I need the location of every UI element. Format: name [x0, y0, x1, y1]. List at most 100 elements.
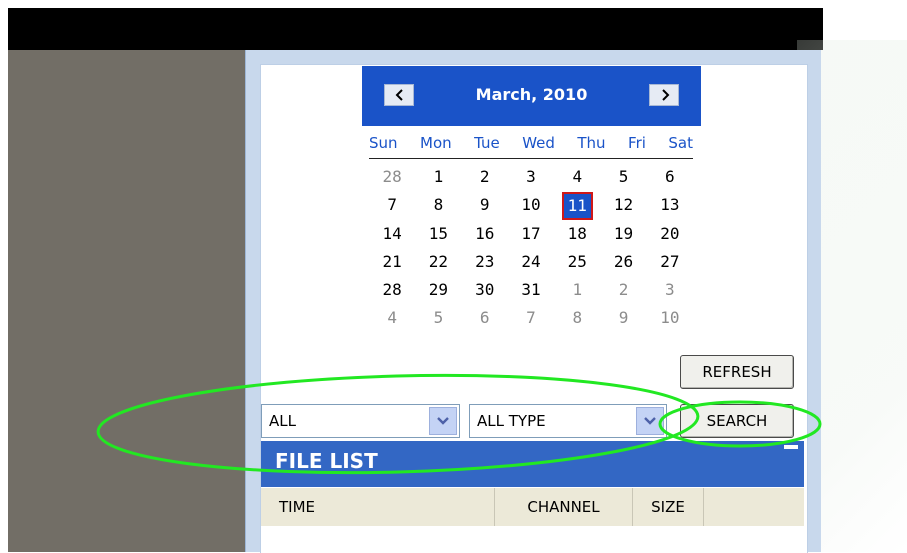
- channel-select[interactable]: ALL: [261, 404, 460, 438]
- calendar-day-number: 8: [572, 308, 583, 328]
- calendar-day[interactable]: 28: [369, 279, 415, 307]
- calendar-day-number: 3: [526, 167, 536, 186]
- chevron-down-icon: [644, 417, 656, 425]
- channel-dropdown-button[interactable]: [429, 407, 457, 435]
- calendar-day[interactable]: 25: [554, 251, 600, 279]
- weekday-label: Mon: [420, 134, 452, 152]
- weekday-label: Thu: [577, 134, 606, 152]
- chevron-down-icon: [437, 417, 449, 425]
- calendar-day-number: 9: [618, 308, 629, 328]
- file-list-body: [261, 526, 804, 552]
- calendar-day-number: 6: [665, 167, 675, 186]
- calendar-day[interactable]: 3: [508, 166, 554, 194]
- calendar-day[interactable]: 22: [415, 251, 461, 279]
- calendar-day-number: 17: [521, 223, 541, 243]
- calendar-day[interactable]: 2: [462, 166, 508, 194]
- calendar-day-number: 29: [428, 280, 449, 300]
- calendar-day[interactable]: 23: [462, 251, 508, 279]
- calendar-day-number: 2: [479, 167, 490, 186]
- calendar-day-number: 10: [660, 308, 680, 328]
- calendar-day[interactable]: 9: [600, 307, 646, 335]
- calendar-day[interactable]: 28: [369, 166, 415, 194]
- refresh-button[interactable]: REFRESH: [680, 355, 794, 389]
- calendar-day[interactable]: 15: [415, 223, 461, 251]
- calendar-day[interactable]: 6: [462, 307, 508, 335]
- calendar-day[interactable]: 18: [554, 223, 600, 251]
- calendar-day[interactable]: 9: [462, 194, 508, 222]
- column-time[interactable]: TIME: [261, 488, 495, 526]
- calendar-day[interactable]: 31: [508, 279, 554, 307]
- calendar-day-number: 16: [475, 223, 495, 243]
- calendar-day[interactable]: 19: [600, 223, 646, 251]
- calendar-week-row: 28 1 2 3 4 5 6: [369, 166, 693, 194]
- calendar-day-number: 5: [433, 308, 444, 328]
- calendar-day[interactable]: 26: [600, 251, 646, 279]
- calendar-day[interactable]: 7: [508, 307, 554, 335]
- column-channel[interactable]: CHANNEL: [495, 488, 633, 526]
- calendar-day[interactable]: 5: [415, 307, 461, 335]
- calendar-day-number: 19: [613, 223, 634, 243]
- calendar-day-number: 24: [521, 251, 541, 271]
- calendar-day[interactable]: 10: [647, 307, 693, 335]
- calendar-day[interactable]: 29: [415, 279, 461, 307]
- calendar-day-number: 13: [660, 195, 680, 215]
- calendar-day[interactable]: 10: [508, 194, 554, 222]
- calendar-week-row: 21 22 23 24 25 26 27: [369, 251, 693, 279]
- calendar-day[interactable]: 8: [554, 307, 600, 335]
- calendar-day-number: 1: [572, 280, 583, 300]
- calendar-day[interactable]: 3: [647, 279, 693, 307]
- calendar-day[interactable]: 17: [508, 223, 554, 251]
- calendar-week-row: 28 29 30 31 1 2 3: [369, 279, 693, 307]
- calendar-day[interactable]: 6: [647, 166, 693, 194]
- calendar-day[interactable]: 8: [415, 194, 461, 222]
- calendar-day-number: 27: [660, 251, 680, 271]
- minimize-icon[interactable]: [784, 445, 798, 449]
- calendar-day[interactable]: 21: [369, 251, 415, 279]
- calendar-day-grid: 28 1 2 3 4 5 6 7 8 9 10 11 12 13 14 15 16 17 18 19 20 21 22 23 2…: [369, 166, 693, 336]
- calendar-day-selected[interactable]: 11: [554, 192, 600, 222]
- weekday-header: Sun Mon Tue Wed Thu Fri Sat: [369, 134, 693, 159]
- calendar-day[interactable]: 4: [554, 166, 600, 194]
- calendar-day[interactable]: 12: [600, 194, 646, 222]
- calendar-day-number: 15: [428, 223, 449, 243]
- calendar-week-row: 4 5 6 7 8 9 10: [369, 307, 693, 335]
- calendar-day-number: 25: [567, 251, 587, 271]
- weekday-label: Tue: [474, 134, 500, 152]
- calendar-day-number: 10: [521, 195, 541, 215]
- calendar-day[interactable]: 4: [369, 307, 415, 335]
- calendar-day-number: 22: [428, 251, 449, 271]
- type-select-value: ALL TYPE: [477, 412, 546, 430]
- calendar-day-number: 6: [479, 308, 490, 328]
- type-dropdown-button[interactable]: [636, 407, 664, 435]
- calendar-day-number: 14: [382, 223, 402, 243]
- calendar-day[interactable]: 24: [508, 251, 554, 279]
- calendar-day-number: 21: [382, 251, 402, 271]
- calendar-day-number: 31: [521, 280, 541, 300]
- calendar-day-number: 28: [382, 167, 402, 186]
- left-panel: [8, 50, 245, 552]
- calendar-day[interactable]: 20: [647, 223, 693, 251]
- calendar-day[interactable]: 1: [554, 279, 600, 307]
- calendar-day-number: 7: [387, 195, 397, 215]
- column-size[interactable]: SIZE: [633, 488, 704, 526]
- calendar-day-number: 28: [382, 280, 402, 300]
- calendar-day[interactable]: 30: [462, 279, 508, 307]
- calendar-day-number: 2: [618, 280, 629, 300]
- calendar-day-number: 20: [660, 223, 680, 243]
- weekday-label: Sat: [668, 134, 693, 152]
- type-select[interactable]: ALL TYPE: [469, 404, 667, 438]
- calendar-day[interactable]: 14: [369, 223, 415, 251]
- calendar-day-number: 5: [618, 167, 629, 186]
- calendar-day-number: 26: [613, 251, 634, 271]
- calendar-day[interactable]: 16: [462, 223, 508, 251]
- calendar-day[interactable]: 7: [369, 194, 415, 222]
- next-month-button[interactable]: [649, 84, 679, 106]
- calendar-day[interactable]: 13: [647, 194, 693, 222]
- calendar-day[interactable]: 27: [647, 251, 693, 279]
- calendar-day[interactable]: 1: [415, 166, 461, 194]
- calendar-day-number: 30: [475, 280, 495, 300]
- calendar-day[interactable]: 2: [600, 279, 646, 307]
- calendar-day[interactable]: 5: [600, 166, 646, 194]
- channel-select-value: ALL: [269, 412, 296, 430]
- search-button[interactable]: SEARCH: [680, 404, 794, 438]
